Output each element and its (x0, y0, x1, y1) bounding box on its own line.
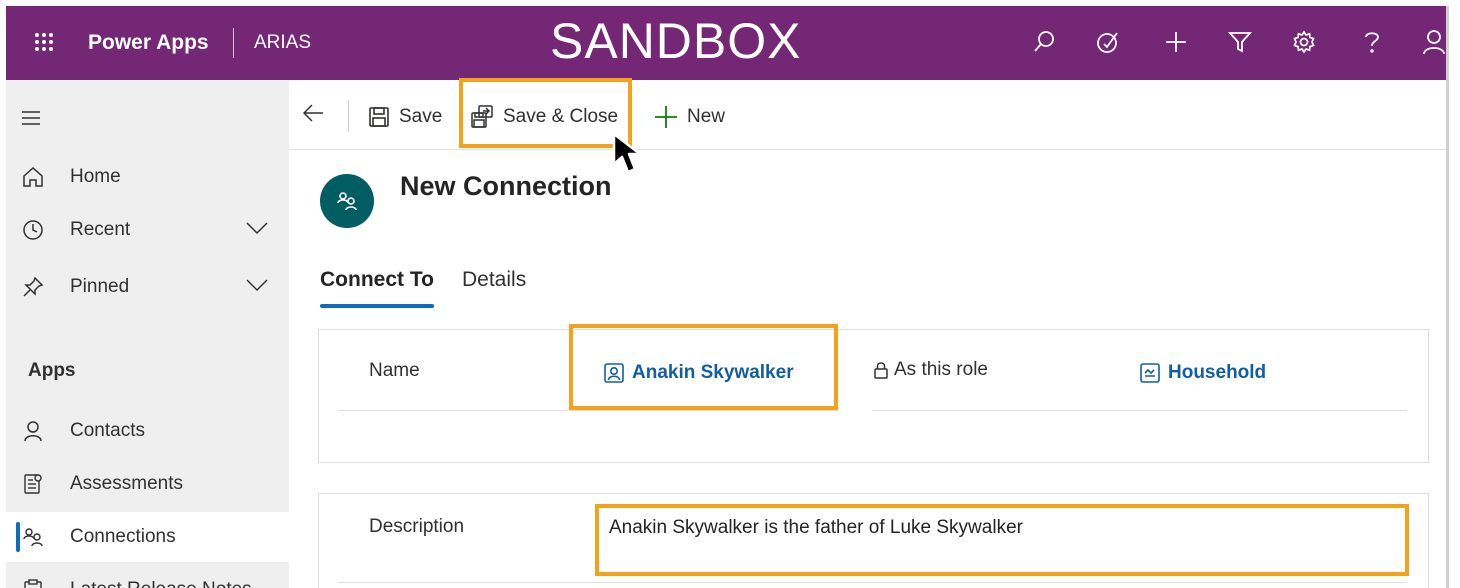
search-icon[interactable] (1028, 26, 1060, 58)
hamburger-menu-icon[interactable] (22, 111, 40, 130)
role-field-underline (872, 410, 1407, 411)
back-arrow-icon[interactable] (302, 104, 323, 127)
role-lookup-value: Household (1168, 362, 1267, 383)
sidebar-item-latest-release-notes[interactable]: Latest Release Notes (6, 565, 289, 588)
command-separator (348, 100, 349, 132)
tab-connect-to[interactable]: Connect To (320, 268, 434, 292)
top-bar: Power Apps ARIAS SANDBOX (6, 6, 1446, 80)
sidebar-item-label: Connections (70, 526, 176, 547)
sidebar-item-label: Recent (70, 219, 131, 240)
name-lookup-value: Anakin Skywalker (632, 362, 794, 383)
sidebar-item-label: Contacts (70, 420, 145, 441)
settings-icon[interactable] (1288, 26, 1320, 58)
form-title: New Connection (400, 171, 612, 201)
role-field-label: As this role (874, 359, 988, 381)
connections-icon (337, 192, 357, 211)
active-tab-underline (320, 304, 434, 308)
lock-icon (874, 362, 888, 379)
apps-section-title: Apps (28, 360, 76, 381)
sidebar-item-pinned[interactable]: Pinned (6, 262, 289, 312)
environment-banner: SANDBOX (550, 13, 802, 69)
user-icon[interactable] (1422, 26, 1446, 58)
name-field-underline (338, 410, 838, 411)
name-field-label: Name (369, 360, 420, 381)
save-and-close-icon (471, 105, 493, 128)
record-avatar (320, 174, 374, 228)
plus-icon[interactable] (1160, 26, 1192, 58)
save-icon (369, 107, 389, 127)
role-icon (1140, 363, 1160, 383)
new-button[interactable]: New (655, 100, 725, 134)
app-name[interactable]: Power Apps (88, 31, 209, 55)
description-field-underline (338, 582, 1407, 583)
plus-icon (655, 106, 677, 128)
mouse-cursor-icon (612, 132, 650, 181)
selected-indicator (16, 522, 20, 552)
role-label-text: As this role (894, 359, 988, 380)
role-lookup-link[interactable]: Household (1140, 362, 1266, 384)
person-icon (22, 420, 44, 442)
connections-icon (22, 526, 44, 548)
sidebar-item-assessments[interactable]: Assessments (6, 459, 289, 509)
notes-icon (22, 579, 44, 588)
assistant-icon[interactable] (1092, 26, 1124, 58)
window-edge (1446, 6, 1449, 588)
app-launcher-icon[interactable] (34, 32, 54, 52)
command-bar: Save Save & Close New (289, 80, 1446, 150)
sidebar-item-contacts[interactable]: Contacts (6, 406, 289, 456)
home-icon (22, 166, 44, 188)
sidebar: Home Recent Pinned Apps Contacts Assessm… (6, 80, 289, 588)
environment-name: ARIAS (254, 32, 312, 53)
name-lookup-link[interactable]: Anakin Skywalker (604, 362, 794, 384)
app-window: Power Apps ARIAS SANDBOX Home Recent Pin… (6, 6, 1446, 588)
new-label: New (687, 106, 726, 127)
app-divider (233, 28, 234, 58)
description-input[interactable]: Anakin Skywalker is the father of Luke S… (601, 511, 1405, 575)
save-label: Save (399, 106, 443, 127)
connect-to-section (318, 329, 1429, 463)
save-and-close-button[interactable]: Save & Close (471, 100, 618, 134)
sidebar-item-home[interactable]: Home (6, 152, 289, 202)
sidebar-item-label: Assessments (70, 473, 183, 494)
contact-card-icon (604, 363, 624, 383)
sidebar-item-recent[interactable]: Recent (6, 205, 289, 255)
sidebar-item-label: Home (70, 166, 121, 187)
pin-icon (22, 276, 44, 298)
clock-icon (22, 219, 44, 241)
sidebar-item-label: Latest Release Notes (70, 579, 252, 588)
save-button[interactable]: Save (369, 100, 442, 134)
chevron-down-icon[interactable] (246, 221, 268, 237)
sidebar-item-connections[interactable]: Connections (6, 512, 289, 562)
tab-details[interactable]: Details (462, 268, 526, 292)
description-field-label: Description (369, 516, 465, 537)
save-and-close-label: Save & Close (503, 106, 619, 127)
help-icon[interactable] (1356, 26, 1388, 58)
chevron-down-icon[interactable] (246, 278, 268, 294)
filter-icon[interactable] (1224, 26, 1256, 58)
assessment-icon (22, 473, 44, 495)
sidebar-item-label: Pinned (70, 276, 130, 297)
